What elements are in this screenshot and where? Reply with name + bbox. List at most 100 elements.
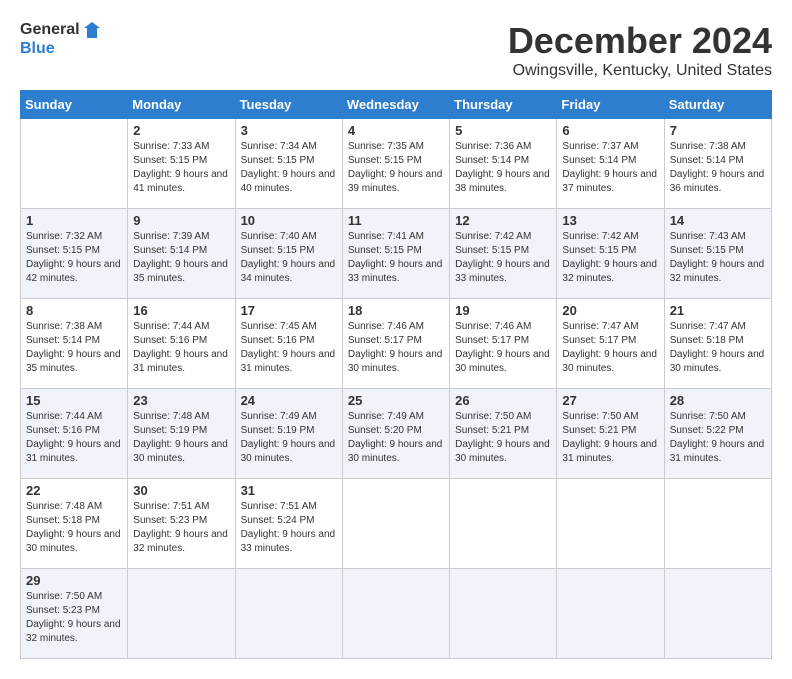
day-number: 21 [670, 303, 766, 318]
day-info: Sunrise: 7:45 AM Sunset: 5:16 PM Dayligh… [241, 320, 337, 376]
day-number: 5 [455, 123, 551, 138]
sunrise-label: Sunrise: 7:50 AM [26, 591, 102, 602]
calendar-cell: 5 Sunrise: 7:36 AM Sunset: 5:14 PM Dayli… [450, 119, 557, 209]
sunset-label: Sunset: 5:20 PM [348, 425, 422, 436]
calendar-cell: 7 Sunrise: 7:38 AM Sunset: 5:14 PM Dayli… [664, 119, 771, 209]
day-info: Sunrise: 7:47 AM Sunset: 5:17 PM Dayligh… [562, 320, 658, 376]
day-number: 10 [241, 213, 337, 228]
daylight-label: Daylight: 9 hours and 32 minutes. [133, 529, 228, 554]
daylight-label: Daylight: 9 hours and 30 minutes. [455, 349, 550, 374]
sunrise-label: Sunrise: 7:47 AM [670, 321, 746, 332]
calendar-cell: 23 Sunrise: 7:48 AM Sunset: 5:19 PM Dayl… [128, 389, 235, 479]
calendar-cell: 15 Sunrise: 7:44 AM Sunset: 5:16 PM Dayl… [21, 389, 128, 479]
sunset-label: Sunset: 5:23 PM [133, 515, 207, 526]
header-monday: Monday [128, 91, 235, 119]
sunrise-label: Sunrise: 7:44 AM [26, 411, 102, 422]
day-number: 8 [26, 303, 122, 318]
day-number: 13 [562, 213, 658, 228]
calendar-cell: 12 Sunrise: 7:42 AM Sunset: 5:15 PM Dayl… [450, 209, 557, 299]
daylight-label: Daylight: 9 hours and 37 minutes. [562, 169, 657, 194]
sunrise-label: Sunrise: 7:51 AM [133, 501, 209, 512]
sunrise-label: Sunrise: 7:42 AM [455, 231, 531, 242]
logo-wing-icon [82, 20, 102, 40]
calendar-cell: 31 Sunrise: 7:51 AM Sunset: 5:24 PM Dayl… [235, 479, 342, 569]
sunrise-label: Sunrise: 7:49 AM [241, 411, 317, 422]
day-info: Sunrise: 7:38 AM Sunset: 5:14 PM Dayligh… [26, 320, 122, 376]
day-number: 24 [241, 393, 337, 408]
sunrise-label: Sunrise: 7:43 AM [670, 231, 746, 242]
page-header: General Blue December 2024 Owingsville, … [20, 20, 772, 80]
day-number: 27 [562, 393, 658, 408]
calendar-cell: 13 Sunrise: 7:42 AM Sunset: 5:15 PM Dayl… [557, 209, 664, 299]
calendar-cell: 1 Sunrise: 7:32 AM Sunset: 5:15 PM Dayli… [21, 209, 128, 299]
day-info: Sunrise: 7:35 AM Sunset: 5:15 PM Dayligh… [348, 140, 444, 196]
calendar-cell: 3 Sunrise: 7:34 AM Sunset: 5:15 PM Dayli… [235, 119, 342, 209]
day-number: 23 [133, 393, 229, 408]
daylight-label: Daylight: 9 hours and 33 minutes. [455, 259, 550, 284]
sunset-label: Sunset: 5:19 PM [241, 425, 315, 436]
day-info: Sunrise: 7:41 AM Sunset: 5:15 PM Dayligh… [348, 230, 444, 286]
calendar-cell: 17 Sunrise: 7:45 AM Sunset: 5:16 PM Dayl… [235, 299, 342, 389]
calendar-cell [342, 569, 449, 659]
sunset-label: Sunset: 5:19 PM [133, 425, 207, 436]
day-number: 20 [562, 303, 658, 318]
calendar-cell [342, 479, 449, 569]
day-info: Sunrise: 7:48 AM Sunset: 5:18 PM Dayligh… [26, 500, 122, 556]
calendar-cell [664, 479, 771, 569]
calendar-week-row: 29 Sunrise: 7:50 AM Sunset: 5:23 PM Dayl… [21, 569, 772, 659]
daylight-label: Daylight: 9 hours and 30 minutes. [562, 349, 657, 374]
daylight-label: Daylight: 9 hours and 32 minutes. [670, 259, 765, 284]
day-number: 15 [26, 393, 122, 408]
day-info: Sunrise: 7:51 AM Sunset: 5:23 PM Dayligh… [133, 500, 229, 556]
daylight-label: Daylight: 9 hours and 40 minutes. [241, 169, 336, 194]
calendar-cell: 11 Sunrise: 7:41 AM Sunset: 5:15 PM Dayl… [342, 209, 449, 299]
calendar-cell: 30 Sunrise: 7:51 AM Sunset: 5:23 PM Dayl… [128, 479, 235, 569]
sunset-label: Sunset: 5:14 PM [670, 155, 744, 166]
sunset-label: Sunset: 5:16 PM [133, 335, 207, 346]
daylight-label: Daylight: 9 hours and 30 minutes. [455, 439, 550, 464]
day-info: Sunrise: 7:32 AM Sunset: 5:15 PM Dayligh… [26, 230, 122, 286]
daylight-label: Daylight: 9 hours and 30 minutes. [133, 439, 228, 464]
day-info: Sunrise: 7:34 AM Sunset: 5:15 PM Dayligh… [241, 140, 337, 196]
calendar-cell: 25 Sunrise: 7:49 AM Sunset: 5:20 PM Dayl… [342, 389, 449, 479]
day-info: Sunrise: 7:51 AM Sunset: 5:24 PM Dayligh… [241, 500, 337, 556]
daylight-label: Daylight: 9 hours and 32 minutes. [26, 619, 121, 644]
sunrise-label: Sunrise: 7:44 AM [133, 321, 209, 332]
calendar-cell: 9 Sunrise: 7:39 AM Sunset: 5:14 PM Dayli… [128, 209, 235, 299]
day-info: Sunrise: 7:44 AM Sunset: 5:16 PM Dayligh… [133, 320, 229, 376]
daylight-label: Daylight: 9 hours and 34 minutes. [241, 259, 336, 284]
day-number: 30 [133, 483, 229, 498]
sunset-label: Sunset: 5:15 PM [562, 245, 636, 256]
day-info: Sunrise: 7:36 AM Sunset: 5:14 PM Dayligh… [455, 140, 551, 196]
day-number: 7 [670, 123, 766, 138]
day-number: 19 [455, 303, 551, 318]
day-info: Sunrise: 7:50 AM Sunset: 5:22 PM Dayligh… [670, 410, 766, 466]
calendar-cell: 19 Sunrise: 7:46 AM Sunset: 5:17 PM Dayl… [450, 299, 557, 389]
calendar-cell: 16 Sunrise: 7:44 AM Sunset: 5:16 PM Dayl… [128, 299, 235, 389]
calendar-cell [450, 479, 557, 569]
sunrise-label: Sunrise: 7:46 AM [455, 321, 531, 332]
sunrise-label: Sunrise: 7:37 AM [562, 141, 638, 152]
calendar-cell: 6 Sunrise: 7:37 AM Sunset: 5:14 PM Dayli… [557, 119, 664, 209]
calendar-cell: 4 Sunrise: 7:35 AM Sunset: 5:15 PM Dayli… [342, 119, 449, 209]
daylight-label: Daylight: 9 hours and 38 minutes. [455, 169, 550, 194]
daylight-label: Daylight: 9 hours and 31 minutes. [133, 349, 228, 374]
calendar-cell [557, 479, 664, 569]
header-saturday: Saturday [664, 91, 771, 119]
calendar-header-row: Sunday Monday Tuesday Wednesday Thursday… [21, 91, 772, 119]
sunset-label: Sunset: 5:15 PM [241, 155, 315, 166]
day-number: 25 [348, 393, 444, 408]
day-info: Sunrise: 7:40 AM Sunset: 5:15 PM Dayligh… [241, 230, 337, 286]
title-area: December 2024 Owingsville, Kentucky, Uni… [508, 20, 772, 80]
day-number: 14 [670, 213, 766, 228]
day-info: Sunrise: 7:38 AM Sunset: 5:14 PM Dayligh… [670, 140, 766, 196]
header-sunday: Sunday [21, 91, 128, 119]
sunrise-label: Sunrise: 7:32 AM [26, 231, 102, 242]
sunrise-label: Sunrise: 7:50 AM [455, 411, 531, 422]
calendar-cell: 14 Sunrise: 7:43 AM Sunset: 5:15 PM Dayl… [664, 209, 771, 299]
sunset-label: Sunset: 5:22 PM [670, 425, 744, 436]
daylight-label: Daylight: 9 hours and 31 minutes. [562, 439, 657, 464]
sunset-label: Sunset: 5:24 PM [241, 515, 315, 526]
month-year-title: December 2024 [508, 20, 772, 62]
day-number: 16 [133, 303, 229, 318]
